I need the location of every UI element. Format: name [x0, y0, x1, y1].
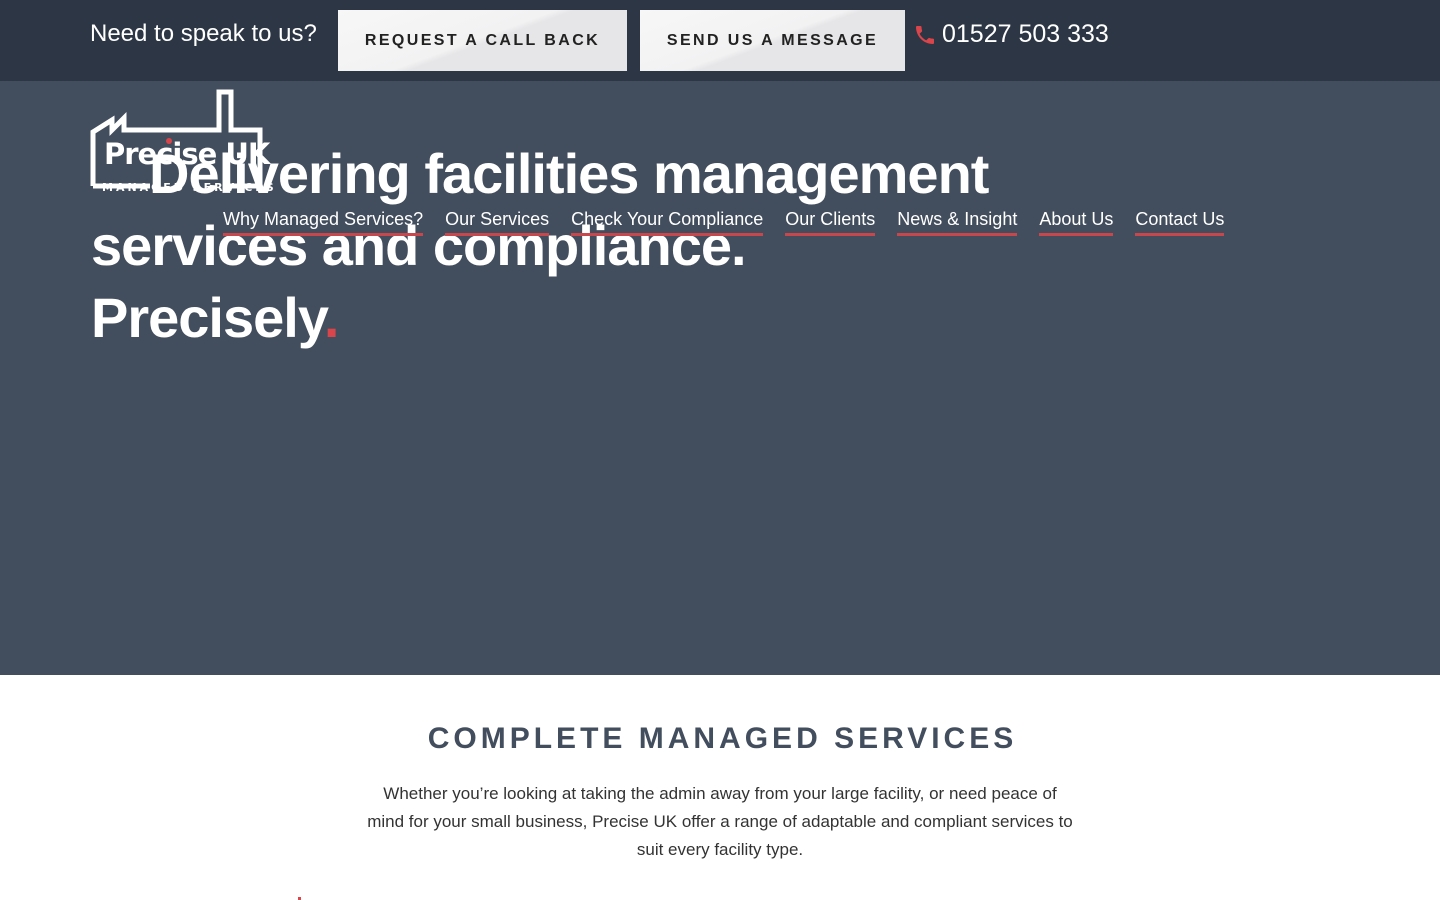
- section-title: COMPLETE MANAGED SERVICES: [427, 722, 1018, 755]
- headline-line-1: Delivering facilities management: [149, 142, 989, 205]
- phone-link[interactable]: 01527 503 333: [913, 20, 1109, 49]
- contact-prompt: Need to speak to us?: [90, 20, 317, 47]
- nav-contact-us[interactable]: Contact Us: [1135, 209, 1225, 236]
- top-contact-bar: Need to speak to us? REQUEST A CALL BACK…: [0, 0, 1440, 81]
- send-message-button[interactable]: SEND US A MESSAGE: [640, 10, 905, 71]
- nav-news-insight[interactable]: News & Insight: [897, 209, 1018, 236]
- nav-why-managed-services[interactable]: Why Managed Services?: [223, 209, 424, 236]
- nav-check-your-compliance[interactable]: Check Your Compliance: [571, 209, 764, 236]
- phone-number: 01527 503 333: [942, 20, 1109, 48]
- headline-emphasis: Precisely: [91, 286, 325, 349]
- nav-our-clients[interactable]: Our Clients: [785, 209, 876, 236]
- headline-accent-dot: .: [323, 286, 340, 349]
- main-navigation: Why Managed Services? Our Services Check…: [223, 209, 1246, 236]
- section-description: Whether you’re looking at taking the adm…: [367, 784, 1073, 859]
- request-callback-button[interactable]: REQUEST A CALL BACK: [338, 10, 627, 71]
- hero-headline: Delivering facilities management service…: [91, 138, 991, 354]
- phone-icon: [916, 25, 934, 44]
- nav-our-services[interactable]: Our Services: [445, 209, 550, 236]
- nav-about-us[interactable]: About Us: [1039, 209, 1114, 236]
